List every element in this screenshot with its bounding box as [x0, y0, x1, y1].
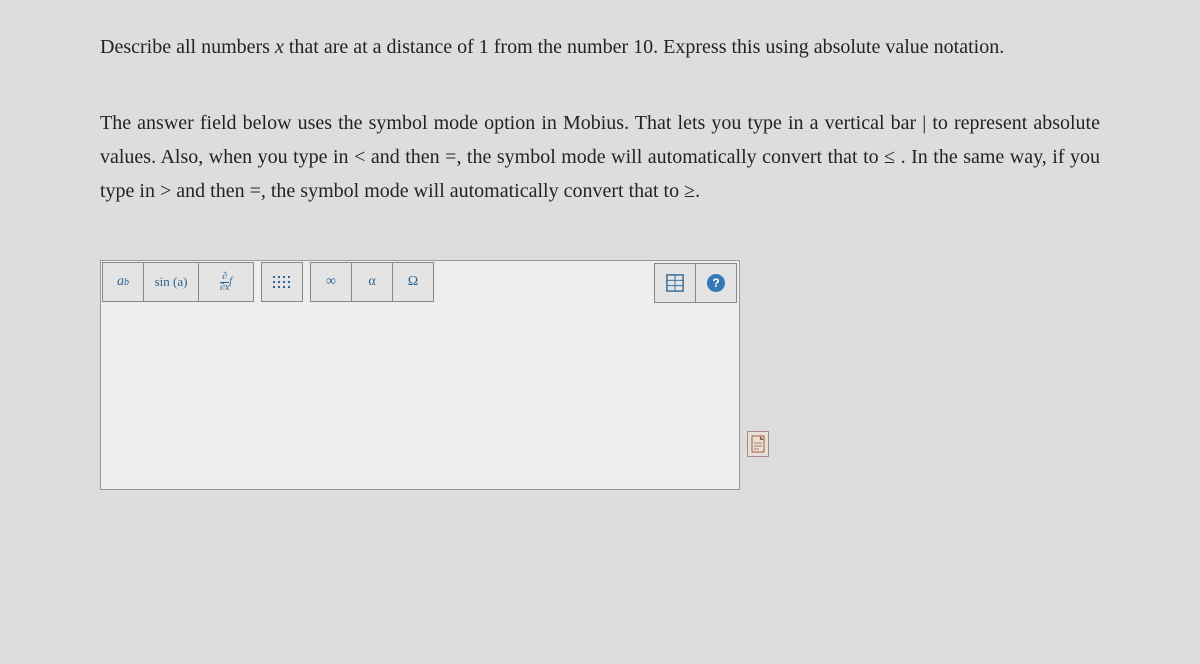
instr-end: . [695, 180, 700, 202]
infinity-button[interactable]: ∞ [310, 262, 352, 302]
instr-mid4: and then [176, 180, 249, 202]
instr-eq2: = [250, 180, 261, 202]
exponent-base: a [117, 274, 124, 290]
trig-button[interactable]: sin (a) [143, 262, 199, 302]
equation-editor: ab sin (a) ∂ ∂x f ∞ α Ω [100, 260, 740, 490]
matrix-icon [666, 274, 684, 292]
instr-mid1: and then [371, 146, 445, 168]
deriv-bot: ∂x [220, 282, 229, 293]
infinity-label: ∞ [326, 274, 336, 290]
instruction-text: The answer field below uses the symbol m… [100, 106, 1100, 208]
derivative-icon: ∂ ∂x [220, 272, 229, 293]
omega-button[interactable]: Ω [392, 262, 434, 302]
alpha-button[interactable]: α [351, 262, 393, 302]
instr-eq1: = [445, 146, 456, 168]
editor-toolbar: ab sin (a) ∂ ∂x f ∞ α Ω [101, 261, 739, 303]
derivative-button[interactable]: ∂ ∂x f [198, 262, 254, 302]
help-label: ? [712, 276, 719, 290]
exponent-sup: b [124, 277, 129, 288]
omega-label: Ω [408, 274, 418, 290]
instr-gt: > [160, 180, 171, 202]
help-button[interactable]: ? [695, 263, 737, 303]
instr-mid5: , the symbol mode will automatically con… [261, 180, 684, 202]
grid-icon [273, 276, 291, 289]
trig-label: sin (a) [155, 274, 188, 290]
deriv-f: f [229, 277, 232, 287]
equation-input[interactable] [101, 303, 739, 489]
grid-button[interactable] [261, 262, 303, 302]
instr-ge: ≥ [684, 180, 695, 202]
question-line1-post: that are at a distance of 1 from the num… [284, 36, 1004, 58]
instr-le: ≤ [884, 146, 895, 168]
instr-mid2: , the symbol mode will automatically con… [456, 146, 884, 168]
preview-icon [751, 435, 765, 453]
question-text: Describe all numbers x that are at a dis… [100, 30, 1100, 64]
matrix-button[interactable] [654, 263, 696, 303]
toolbar-right-group: ? [655, 262, 737, 303]
exponent-button[interactable]: ab [102, 262, 144, 302]
question-line1-pre: Describe all numbers [100, 36, 275, 58]
alpha-label: α [368, 274, 375, 290]
question-var-x: x [275, 36, 284, 58]
help-icon: ? [707, 274, 725, 292]
instr-lt: < [354, 146, 365, 168]
preview-button[interactable] [747, 431, 769, 457]
